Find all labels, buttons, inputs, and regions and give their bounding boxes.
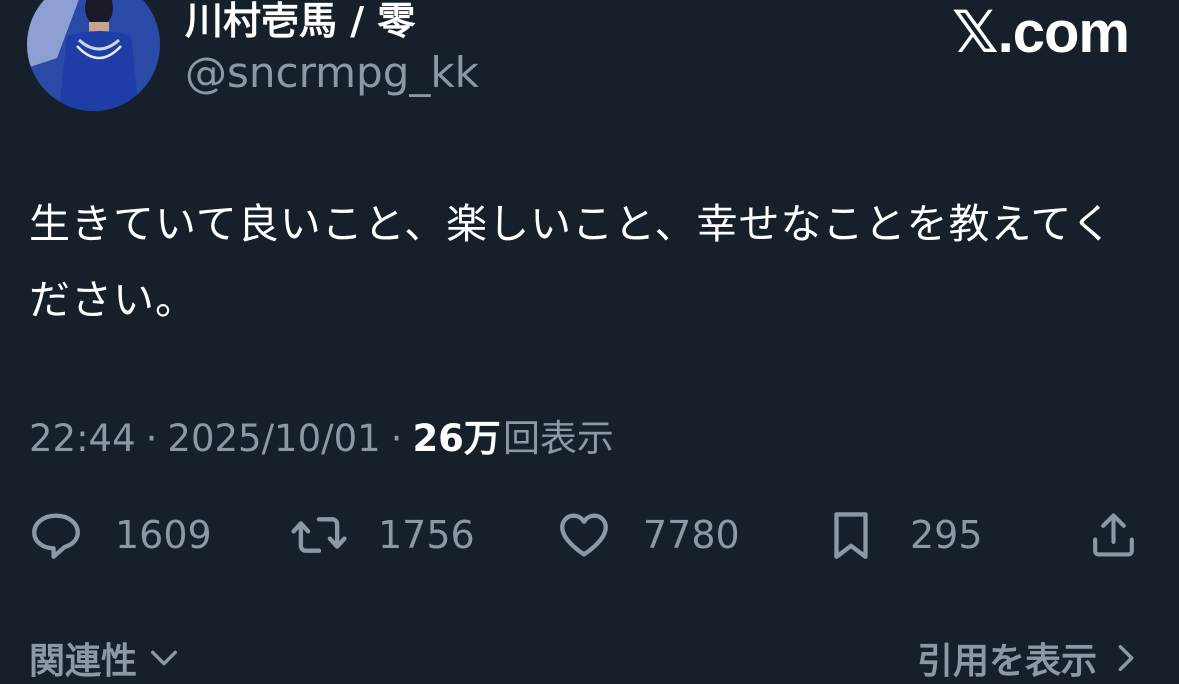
views-label: 回表示 <box>502 417 614 460</box>
author-handle[interactable]: @sncrmpg_kk <box>185 48 479 97</box>
bookmark-count: 295 <box>910 513 983 557</box>
like-count: 7780 <box>643 513 740 557</box>
tweet-time[interactable]: 22:44 <box>29 417 136 460</box>
reply-icon <box>32 513 80 559</box>
share-button[interactable] <box>1086 500 1141 570</box>
separator: · <box>390 417 403 460</box>
view-quotes-link[interactable]: 引用を表示 <box>917 632 1141 684</box>
views-count: 26万 <box>412 417 501 460</box>
related-label: 関連性 <box>29 641 138 682</box>
bookmark-button[interactable]: 295 <box>822 500 983 570</box>
avatar-image <box>27 0 160 111</box>
author-display-name[interactable]: 川村壱馬 / 零 <box>185 0 415 45</box>
retweet-count: 1756 <box>378 513 475 557</box>
quotes-label: 引用を表示 <box>916 641 1097 682</box>
tweet-date[interactable]: 2025/10/01 <box>167 417 380 460</box>
bookmark-icon <box>834 512 868 559</box>
separator: · <box>145 417 158 460</box>
action-bar: 1609 1756 7780 295 <box>0 500 1179 570</box>
reply-count: 1609 <box>115 513 212 557</box>
retweet-icon <box>291 517 347 553</box>
related-sort-button[interactable]: 関連性 <box>29 632 181 684</box>
reply-button[interactable]: 1609 <box>27 500 212 570</box>
share-icon <box>1093 513 1134 557</box>
retweet-button[interactable]: 1756 <box>290 500 475 570</box>
avatar[interactable] <box>27 0 160 111</box>
tweet-text: 生きていて良いこと、楽しいこと、幸せなことを教えてください。 <box>29 200 1114 324</box>
like-button[interactable]: 7780 <box>555 500 740 570</box>
chevron-right-icon <box>1118 644 1134 672</box>
heart-icon <box>560 513 608 557</box>
tweet-meta: 22:44 · 2025/10/01 · 26万 回表示 <box>29 408 614 462</box>
chevron-down-icon <box>150 650 178 666</box>
x-logo: 𝕏.com <box>951 0 1130 65</box>
